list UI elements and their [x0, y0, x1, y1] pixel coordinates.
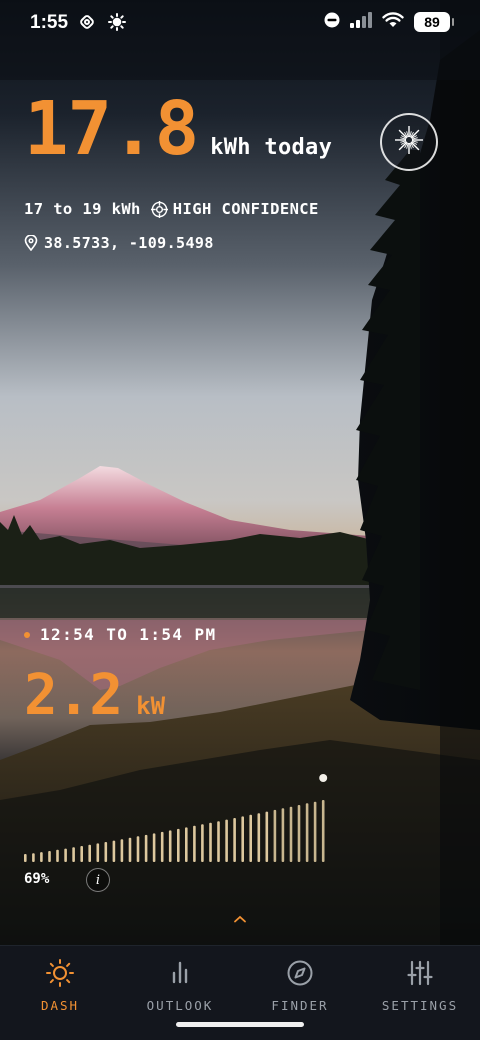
production-bar: [305, 803, 309, 862]
compass-icon: [285, 958, 315, 992]
brightness-icon: [108, 13, 126, 35]
production-bar: [201, 824, 204, 862]
production-bar: [24, 854, 27, 862]
location-tracker-icon: [78, 13, 96, 35]
production-bar: [313, 801, 317, 862]
info-button[interactable]: i: [86, 868, 110, 892]
progress-percent: 69%: [24, 871, 50, 887]
production-bar: [249, 814, 252, 862]
battery-icon: 89: [414, 12, 454, 32]
status-bar: 1:55 89: [0, 0, 480, 48]
bar-chart-icon: [165, 958, 195, 992]
sliders-icon: [405, 958, 435, 992]
tab-outlook[interactable]: OUTLOOK: [120, 958, 240, 1013]
wifi-icon: [382, 12, 404, 32]
production-bar: [120, 839, 124, 862]
production-bar: [209, 822, 212, 862]
window-indicator-dot: [24, 631, 30, 638]
tab-finder[interactable]: FINDER: [240, 958, 360, 1013]
production-bar: [144, 834, 148, 862]
production-bar: [265, 811, 269, 862]
production-bar: [128, 837, 132, 862]
production-bar: [225, 819, 228, 862]
production-bar: [177, 828, 180, 862]
production-bar: [297, 805, 301, 862]
production-bar: [152, 833, 156, 862]
info-icon: i: [95, 872, 101, 888]
signal-icon: [350, 12, 372, 32]
production-bar-chart[interactable]: [22, 770, 332, 866]
production-bar: [80, 846, 83, 862]
power-unit: kW: [136, 692, 166, 720]
status-time: 1:55: [30, 12, 69, 33]
production-bar: [321, 800, 325, 862]
target-icon: [150, 200, 168, 218]
production-bar: [160, 831, 164, 862]
production-bar: [273, 809, 277, 862]
daily-energy: 17.8 kWh today: [24, 92, 332, 166]
energy-range: 17 to 19 kWh: [24, 200, 141, 218]
forecast-range-row: 17 to 19 kWh HIGH CONFIDENCE: [24, 200, 319, 218]
current-time-marker: [319, 774, 328, 782]
battery-level: 89: [424, 14, 440, 30]
production-bar: [48, 851, 51, 862]
production-bar: [233, 818, 236, 862]
production-bar: [217, 821, 220, 862]
chevron-up-icon: [233, 908, 247, 927]
production-bar: [112, 840, 116, 862]
sun-icon: [45, 958, 75, 992]
power-readout: 2.2 kW: [24, 668, 165, 724]
tab-finder-label: FINDER: [271, 998, 329, 1013]
confidence-label: HIGH CONFIDENCE: [172, 200, 319, 218]
production-bar: [136, 836, 140, 862]
do-not-disturb-icon: [324, 12, 340, 32]
production-bar: [40, 852, 43, 862]
production-bar: [88, 844, 91, 862]
tab-outlook-label: OUTLOOK: [146, 998, 214, 1013]
tab-dash[interactable]: DASH: [0, 958, 120, 1013]
tab-settings[interactable]: SETTINGS: [360, 958, 480, 1013]
time-window-row: 12:54 TO 1:54 PM: [24, 625, 217, 644]
production-bar: [168, 830, 172, 862]
home-indicator: [176, 1022, 304, 1027]
time-window: 12:54 TO 1:54 PM: [40, 625, 217, 644]
production-bar: [289, 806, 293, 862]
energy-value: 17.8: [24, 86, 199, 172]
location-row: 38.5733, -109.5498: [24, 234, 214, 252]
production-bar: [193, 825, 196, 862]
production-bar: [281, 808, 285, 862]
production-bar: [104, 842, 108, 862]
production-bar: [241, 816, 244, 862]
tab-dash-label: DASH: [40, 998, 80, 1013]
production-bar: [257, 813, 261, 862]
production-bar: [96, 843, 100, 862]
tab-settings-label: SETTINGS: [381, 998, 459, 1013]
map-pin-icon: [24, 235, 38, 251]
production-bar: [72, 847, 75, 862]
production-bar: [32, 853, 35, 862]
production-bar: [56, 849, 59, 862]
production-bar: [64, 848, 67, 862]
compass-rose-icon: [387, 118, 431, 166]
expand-handle[interactable]: [207, 908, 273, 932]
production-bar: [185, 827, 188, 862]
compass-rose-button[interactable]: [380, 113, 438, 171]
energy-unit: kWh today: [210, 135, 333, 160]
coordinates: 38.5733, -109.5498: [44, 234, 214, 252]
power-value: 2.2: [24, 663, 123, 728]
